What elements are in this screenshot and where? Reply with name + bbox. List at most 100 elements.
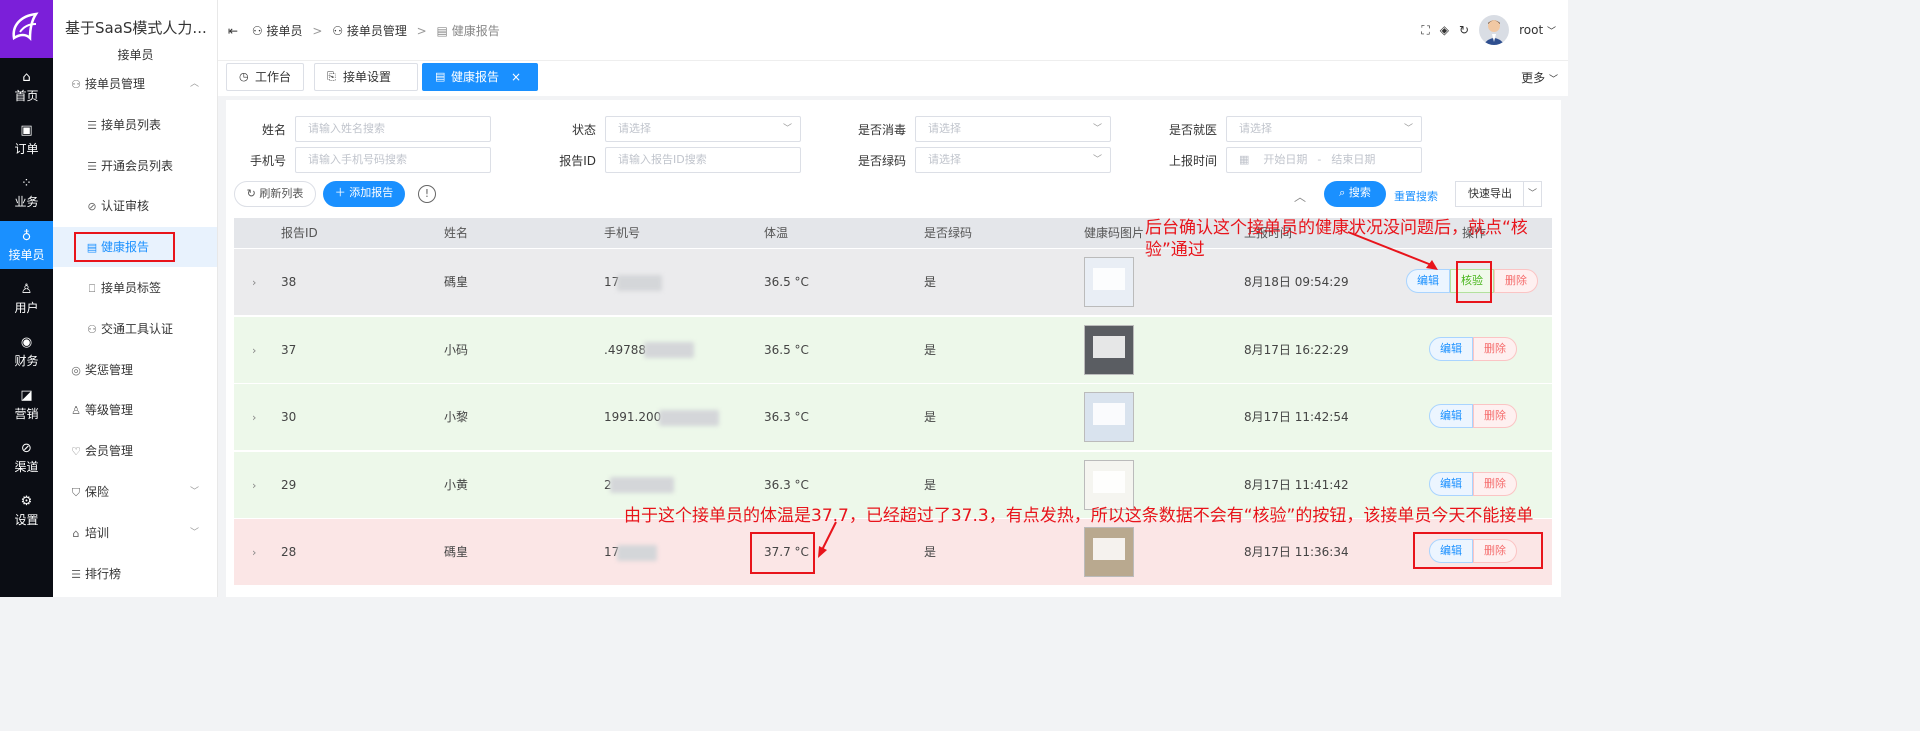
edit-button[interactable]: 编辑 bbox=[1429, 336, 1473, 361]
menu-item-6[interactable]: ⚇ 交通工具认证 bbox=[53, 309, 217, 349]
annotation-bottom: 由于这个接单员的体温是37.7，已经超过了37.3，有点发热，所以这条数据不会有… bbox=[624, 506, 1534, 526]
table-row[interactable]: › 30 小黎 1991.200 36.3 °C 是 8月17日 11:42:54 编辑 删除 bbox=[234, 384, 1552, 451]
tab-label: 接单设置 bbox=[343, 70, 392, 84]
menu-item-icon: ⌂ bbox=[72, 526, 80, 540]
menu-item-label: 培训 bbox=[85, 525, 110, 540]
rail-item-7[interactable]: ⊘ 渠道 bbox=[0, 433, 53, 481]
clear-cache-icon[interactable]: ◈ bbox=[1440, 23, 1449, 37]
courier-name: 碼皇 bbox=[444, 275, 469, 289]
refresh-icon[interactable]: ↻ bbox=[1459, 23, 1469, 37]
avatar[interactable] bbox=[1479, 15, 1510, 45]
phone-cell: .49788 bbox=[604, 317, 694, 384]
column-header: 是否绿码 bbox=[924, 226, 973, 240]
quick-export-button[interactable]: 快速导出 ﹀ bbox=[1455, 181, 1542, 207]
edit-button[interactable]: 编辑 bbox=[1429, 404, 1473, 428]
report-time-range[interactable]: ▦ 开始日期 - 结束日期 bbox=[1226, 147, 1422, 173]
rail-item-5[interactable]: ◉ 财务 bbox=[0, 327, 53, 375]
expand-row-icon[interactable]: › bbox=[252, 249, 256, 316]
info-icon[interactable]: ! bbox=[418, 185, 436, 203]
menu-item-label: 等级管理 bbox=[85, 403, 134, 418]
breadcrumb-item[interactable]: 接单员 bbox=[266, 24, 302, 38]
delete-button[interactable]: 删除 bbox=[1494, 269, 1538, 293]
menu-item-0[interactable]: ⚇ 接单员管理 ︿ bbox=[53, 64, 217, 104]
menu-item-3[interactable]: ⊘ 认证审核 bbox=[53, 186, 217, 226]
menu-item-10[interactable]: ⛉ 保险 ﹀ bbox=[53, 472, 217, 512]
delete-button[interactable]: 删除 bbox=[1473, 471, 1517, 496]
main-content: 姓名 请输入姓名搜索 状态 请选择 ﹀ 是否消毒 请选择 ﹀ 是否就医 请选择 ﹀ 手… bbox=[226, 100, 1561, 597]
rail-item-3[interactable]: ♁ 接单员 bbox=[0, 221, 53, 269]
rail-item-1[interactable]: ▣ 订单 bbox=[0, 115, 53, 163]
menu-item-5[interactable]: ⎕ 接单员标签 bbox=[53, 268, 217, 308]
user-menu[interactable]: root ﹀ bbox=[1519, 23, 1556, 37]
plus-icon: ＋ bbox=[334, 186, 346, 199]
top-bar: ⇤ ⚇ 接单员 > ⚇ 接单员管理 > ▤ 健康报告 ⛶ ◈ ↻ root ﹀ bbox=[218, 0, 1568, 60]
tab-health-report[interactable]: ▤ 健康报告 × bbox=[422, 63, 538, 91]
health-code-image[interactable] bbox=[1084, 324, 1134, 375]
edit-button[interactable]: 编辑 bbox=[1429, 471, 1473, 496]
menu-item-11[interactable]: ⌂ 培训 ﹀ bbox=[53, 513, 217, 553]
menu-item-label: 开通会员列表 bbox=[101, 158, 174, 173]
menu-item-9[interactable]: ♡ 会员管理 bbox=[53, 431, 217, 471]
rail-item-0[interactable]: ⌂ 首页 bbox=[0, 62, 53, 110]
name-search-input[interactable]: 请输入姓名搜索 bbox=[295, 116, 491, 142]
rail-item-label: 渠道 bbox=[14, 460, 39, 474]
table-row[interactable]: › 28 碼皇 17 37.7 °C 是 8月17日 11:36:34 编辑 删除 bbox=[234, 519, 1552, 586]
close-icon[interactable]: × bbox=[511, 70, 521, 84]
disinfect-select[interactable]: 请选择 ﹀ bbox=[915, 116, 1111, 142]
expand-row-icon[interactable]: › bbox=[252, 519, 256, 586]
menu-item-1[interactable]: ☰ 接单员列表 bbox=[53, 105, 217, 145]
phone-mask bbox=[659, 409, 720, 426]
rail-item-4[interactable]: ♙ 用户 bbox=[0, 274, 53, 322]
filter-label-phone: 手机号 bbox=[249, 154, 286, 168]
delete-button[interactable]: 删除 bbox=[1473, 404, 1517, 428]
refresh-list-button[interactable]: ↻ 刷新列表 bbox=[234, 181, 316, 207]
add-report-button[interactable]: ＋ 添加报告 bbox=[323, 181, 405, 207]
doctor-select[interactable]: 请选择 ﹀ bbox=[1226, 116, 1422, 142]
collapse-filter-icon[interactable]: ︿ bbox=[1294, 188, 1306, 205]
status-select[interactable]: 请选择 ﹀ bbox=[605, 116, 801, 142]
menu-item-2[interactable]: ☰ 开通会员列表 bbox=[53, 146, 217, 186]
icon-rail: ⌂ 首页 ▣ 订单 ⁘ 业务 ♁ 接单员 ♙ 用户 ◉ 财务 ◪ 营销 ⊘ 渠道 ⚙ 设置 bbox=[0, 0, 53, 597]
breadcrumb-item[interactable]: 接单员管理 bbox=[347, 24, 407, 38]
green-code-select[interactable]: 请选择 ﹀ bbox=[915, 147, 1111, 173]
order-icon: ▣ bbox=[20, 123, 33, 138]
rail-item-8[interactable]: ⚙ 设置 bbox=[0, 486, 53, 534]
menu-item-8[interactable]: ♙ 等级管理 bbox=[53, 390, 217, 430]
reset-search-link[interactable]: 重置搜索 bbox=[1394, 188, 1438, 204]
rail-item-2[interactable]: ⁘ 业务 bbox=[0, 168, 53, 216]
annotation-arrow-bottom bbox=[818, 521, 837, 558]
report-id-search-input[interactable]: 请输入报告ID搜索 bbox=[605, 147, 801, 173]
tabs-more-button[interactable]: 更多 ﹀ bbox=[1521, 69, 1558, 86]
temperature: 36.5 °C bbox=[764, 342, 809, 357]
rail-item-label: 设置 bbox=[14, 513, 39, 527]
rail-item-label: 接单员 bbox=[8, 248, 45, 262]
courier-name: 小码 bbox=[444, 342, 469, 357]
collapse-menu-icon[interactable]: ⇤ bbox=[228, 24, 238, 38]
expand-row-icon[interactable]: › bbox=[252, 317, 256, 384]
expand-row-icon[interactable]: › bbox=[252, 452, 256, 519]
table-row[interactable]: › 37 小码 .49788 36.5 °C 是 8月17日 16:22:29 编辑 删除 bbox=[234, 316, 1552, 384]
menu-item-7[interactable]: ◎ 奖惩管理 bbox=[53, 350, 217, 390]
health-code-image[interactable] bbox=[1084, 527, 1134, 577]
tab-workbench[interactable]: ◷ 工作台 bbox=[226, 63, 304, 91]
rail-item-6[interactable]: ◪ 营销 bbox=[0, 380, 53, 428]
health-code-image[interactable] bbox=[1084, 257, 1134, 307]
rail-item-label: 订单 bbox=[14, 142, 39, 156]
search-icon: ⌕ bbox=[1339, 186, 1346, 199]
delete-button[interactable]: 删除 bbox=[1473, 336, 1517, 361]
temperature: 36.3 °C bbox=[764, 410, 809, 424]
expand-row-icon[interactable]: › bbox=[252, 384, 256, 451]
system-title: 基于SaaS模式人力... bbox=[65, 19, 207, 37]
tab-order-settings[interactable]: ⎘ 接单设置 bbox=[314, 63, 418, 91]
system-subtitle: 接单员 bbox=[117, 48, 154, 62]
search-button[interactable]: ⌕ 搜索 bbox=[1324, 181, 1386, 207]
report-id: 30 bbox=[281, 410, 297, 424]
fullscreen-icon[interactable]: ⛶ bbox=[1421, 23, 1429, 38]
menu-item-12[interactable]: ☰ 排行榜 bbox=[53, 554, 217, 594]
health-code-image[interactable] bbox=[1084, 392, 1134, 442]
phone-search-input[interactable]: 请输入手机号码搜索 bbox=[295, 147, 491, 173]
finance-icon: ◉ bbox=[20, 335, 33, 350]
rail-item-label: 业务 bbox=[14, 195, 39, 209]
app-logo[interactable] bbox=[0, 0, 53, 58]
breadcrumb-icon: ▤ bbox=[436, 24, 448, 38]
